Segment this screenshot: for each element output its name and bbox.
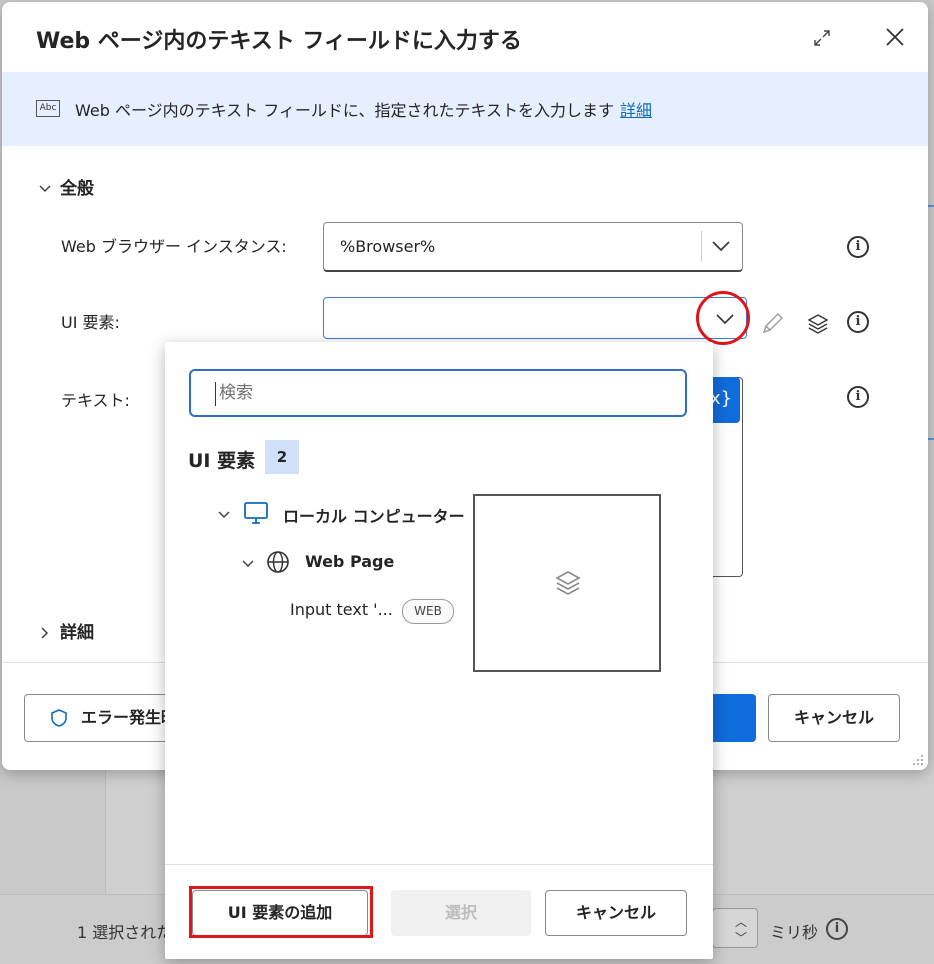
browser-instance-select[interactable]: %Browser% xyxy=(323,222,743,272)
background-status-text: 1 選択された xyxy=(77,923,173,942)
background-stepper[interactable]: ︿ ﹀ xyxy=(712,908,758,948)
tree-label: ローカル コンピューター xyxy=(283,507,465,526)
layers-icon xyxy=(555,571,581,595)
chevron-down-icon[interactable] xyxy=(38,182,52,196)
info-icon[interactable]: i xyxy=(847,386,869,408)
shield-icon xyxy=(51,709,67,727)
chevron-down-icon[interactable] xyxy=(710,235,732,257)
popup-footer-divider xyxy=(165,864,713,865)
element-preview xyxy=(473,494,661,672)
background-unit-label: ミリ秒 xyxy=(770,923,819,942)
chevron-down-icon[interactable] xyxy=(241,557,255,571)
pencil-icon[interactable] xyxy=(760,310,786,336)
chevron-right-icon[interactable] xyxy=(38,626,52,640)
search-input[interactable] xyxy=(217,379,657,407)
highlight-circle xyxy=(696,291,750,345)
description-text: Web ページ内のテキスト フィールドに、指定されたテキストを入力します 詳細 xyxy=(75,101,652,120)
info-icon[interactable]: i xyxy=(847,236,869,258)
expand-icon[interactable] xyxy=(810,26,834,50)
text-field-icon: Abc xyxy=(36,100,60,117)
section-general[interactable]: 全般 xyxy=(38,174,94,199)
dialog-cancel-button[interactable]: キャンセル xyxy=(768,694,900,742)
description-banner: Abc Web ページ内のテキスト フィールドに、指定されたテキストを入力します… xyxy=(2,72,928,146)
close-icon[interactable] xyxy=(882,24,908,50)
ui-elements-heading: UI 要素 xyxy=(188,450,256,472)
chevron-down-icon[interactable] xyxy=(217,508,231,522)
select-button[interactable]: 選択 xyxy=(391,890,531,936)
ui-element-select[interactable] xyxy=(323,297,747,339)
background-edge-line xyxy=(928,438,934,440)
browser-instance-value: %Browser% xyxy=(340,237,436,256)
tree-label: Web Page xyxy=(305,552,395,571)
resize-grip-icon[interactable] xyxy=(912,754,924,766)
search-box[interactable] xyxy=(189,369,687,417)
section-advanced[interactable]: 詳細 xyxy=(38,618,94,643)
background-info-icon[interactable]: i xyxy=(826,918,848,940)
layers-icon[interactable] xyxy=(806,312,830,336)
background-edge-line xyxy=(928,205,934,207)
stepper-down-icon[interactable]: ﹀ xyxy=(735,929,747,946)
monitor-icon xyxy=(244,502,268,524)
on-error-button[interactable]: エラー発生時 xyxy=(24,694,184,742)
ui-elements-count: 2 xyxy=(265,440,299,474)
highlight-rectangle xyxy=(189,886,373,938)
select-divider xyxy=(701,231,702,262)
tree-item-input-text[interactable]: Input text '... xyxy=(290,600,393,619)
text-cursor xyxy=(215,382,216,406)
ui-element-label: UI 要素: xyxy=(61,313,120,332)
browser-instance-label: Web ブラウザー インスタンス: xyxy=(61,237,287,256)
info-icon[interactable]: i xyxy=(847,311,869,333)
stepper-up-icon[interactable]: ︿ xyxy=(735,913,747,930)
ui-element-dropdown: UI 要素 2 ローカル コンピューター Web Page Input text… xyxy=(165,342,713,959)
details-link[interactable]: 詳細 xyxy=(620,101,652,120)
text-label: テキスト: xyxy=(61,391,130,410)
web-badge: WEB xyxy=(402,599,454,624)
dialog-title: Web ページ内のテキスト フィールドに入力する xyxy=(36,29,522,54)
popup-cancel-button[interactable]: キャンセル xyxy=(545,890,687,936)
globe-icon xyxy=(267,551,289,573)
